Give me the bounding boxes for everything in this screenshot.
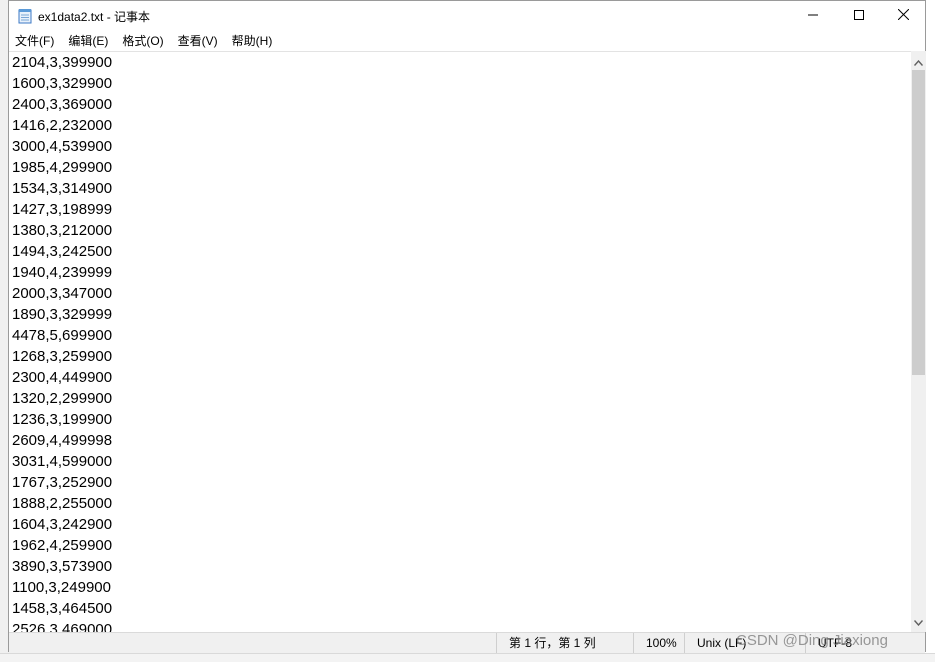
- title-bar[interactable]: ex1data2.txt - 记事本: [9, 1, 925, 31]
- text-line: 2609,4,499998: [12, 432, 113, 449]
- text-line: 1604,3,242900: [12, 516, 113, 533]
- menu-help[interactable]: 帮助(H): [225, 31, 280, 51]
- text-editor-area[interactable]: 2104,3,399900 1600,3,329900 2400,3,369000 1…: [9, 51, 911, 633]
- text-line: 1600,3,329900: [12, 75, 113, 92]
- scrollbar-thumb[interactable]: [912, 70, 925, 375]
- text-line: 1985,4,299900: [12, 159, 113, 176]
- text-line: 4478,5,699900: [12, 327, 113, 344]
- text-line: 1890,3,329999: [12, 306, 113, 323]
- text-line: 1888,2,255000: [12, 495, 113, 512]
- text-line: 1380,3,212000: [12, 222, 113, 239]
- menu-file[interactable]: 文件(F): [9, 31, 61, 51]
- text-line: 1767,3,252900: [12, 474, 113, 491]
- maximize-button[interactable]: [836, 1, 882, 31]
- scroll-up-arrow-icon: [913, 53, 924, 71]
- minimize-button[interactable]: [790, 1, 836, 31]
- menu-format[interactable]: 格式(O): [115, 31, 170, 51]
- text-line: 2104,3,399900: [12, 54, 113, 71]
- text-line: 1962,4,259900: [12, 537, 113, 554]
- text-line: 2300,4,449900: [12, 369, 113, 386]
- text-line: 1458,3,464500: [12, 600, 113, 617]
- text-line: 2000,3,347000: [12, 285, 113, 302]
- maximize-icon: [854, 7, 864, 25]
- text-line: 1320,2,299900: [12, 390, 113, 407]
- text-line: 1268,3,259900: [12, 348, 113, 365]
- text-line: 2400,3,369000: [12, 96, 113, 113]
- text-line: 1494,3,242500: [12, 243, 113, 260]
- scroll-up-button[interactable]: [911, 53, 926, 70]
- scroll-down-arrow-icon: [913, 613, 924, 631]
- vertical-scrollbar[interactable]: [911, 51, 926, 632]
- minimize-icon: [808, 7, 818, 25]
- cursor-position: 第 1 行，第 1 列: [496, 633, 633, 653]
- text-line: 3890,3,573900: [12, 558, 113, 575]
- scroll-down-button[interactable]: [911, 613, 926, 630]
- text-line: 1427,3,198999: [12, 201, 113, 218]
- text-line: 1100,3,249900: [12, 579, 111, 596]
- menu-edit[interactable]: 编辑(E): [61, 31, 115, 51]
- notepad-window: ex1data2.txt - 记事本 文件(F) 编辑(E) 格式(O) 查看(…: [8, 0, 926, 653]
- window-title: ex1data2.txt - 记事本: [38, 10, 151, 24]
- menu-bar: 文件(F) 编辑(E) 格式(O) 查看(V) 帮助(H): [9, 31, 925, 51]
- text-line: 1940,4,239999: [12, 264, 113, 281]
- close-icon: [897, 7, 909, 25]
- zoom-level: 100%: [633, 633, 684, 653]
- text-line: 3031,4,599000: [12, 453, 113, 470]
- watermark: CSDN @Ding Jiaxiong: [736, 632, 888, 649]
- text-line: 1534,3,314900: [12, 180, 113, 197]
- notepad-icon: [18, 8, 32, 24]
- menu-view[interactable]: 查看(V): [171, 31, 225, 51]
- close-button[interactable]: [880, 1, 926, 31]
- text-line: 1416,2,232000: [12, 117, 113, 134]
- text-line: 1236,3,199900: [12, 411, 113, 428]
- text-line: 2526,3,469000: [12, 621, 113, 633]
- text-line: 3000,4,539900: [12, 138, 113, 155]
